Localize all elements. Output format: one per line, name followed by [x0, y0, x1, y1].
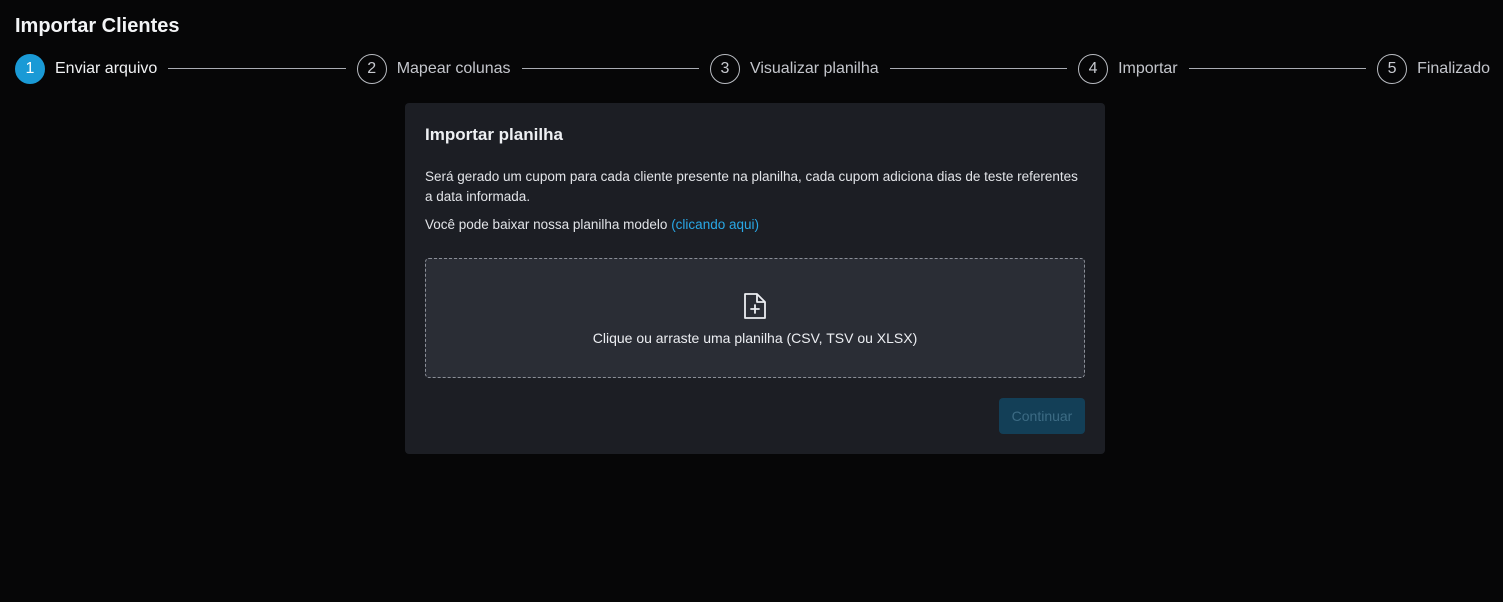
template-download-link[interactable]: (clicando aqui): [671, 217, 759, 232]
step-number: 5: [1377, 53, 1408, 84]
page: Importar Clientes 1 Enviar arquivo 2 Map…: [0, 0, 1503, 602]
card-description: Será gerado um cupom para cada cliente p…: [425, 169, 1078, 204]
stepper: 1 Enviar arquivo 2 Mapear colunas 3 Visu…: [15, 53, 1490, 84]
step-number: 3: [709, 53, 740, 84]
step-connector: [889, 68, 1068, 69]
step-label: Finalizado: [1417, 59, 1490, 77]
continue-button[interactable]: Continuar: [999, 398, 1085, 434]
template-hint-text: Você pode baixar nossa planilha modelo: [425, 217, 668, 232]
step-1[interactable]: 1 Enviar arquivo: [15, 53, 158, 84]
step-label: Mapear colunas: [396, 59, 511, 77]
step-label: Visualizar planilha: [749, 59, 879, 77]
step-number: 2: [356, 53, 387, 84]
page-title: Importar Clientes: [15, 15, 180, 37]
step-4[interactable]: 4 Importar: [1078, 53, 1178, 84]
step-label: Importar: [1118, 59, 1178, 77]
step-5[interactable]: 5 Finalizado: [1377, 53, 1490, 84]
step-3[interactable]: 3 Visualizar planilha: [709, 53, 879, 84]
file-dropzone[interactable]: Clique ou arraste uma planilha (CSV, TSV…: [425, 258, 1085, 378]
step-connector: [1188, 68, 1367, 69]
template-hint: Você pode baixar nossa planilha modelo (…: [425, 217, 1085, 232]
file-plus-icon: [744, 293, 766, 319]
step-number: 4: [1078, 53, 1109, 84]
step-connector: [168, 68, 346, 69]
import-card: Importar planilha Será gerado um cupom p…: [405, 103, 1105, 454]
step-2[interactable]: 2 Mapear colunas: [356, 53, 511, 84]
step-label: Enviar arquivo: [55, 59, 158, 77]
step-connector: [521, 68, 699, 69]
card-title: Importar planilha: [425, 125, 563, 144]
dropzone-text: Clique ou arraste uma planilha (CSV, TSV…: [592, 330, 918, 346]
step-number: 1: [15, 53, 45, 84]
